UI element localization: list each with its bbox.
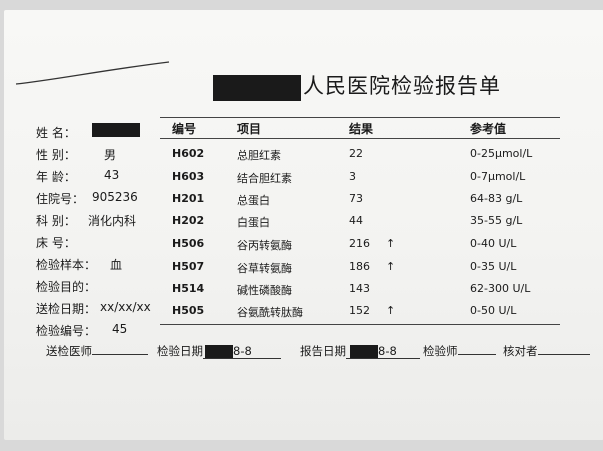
col-header-result: 结果 (349, 122, 374, 136)
high-flag-arrow: ↑ (386, 237, 396, 250)
high-flag-arrow: ↑ (386, 304, 396, 317)
report-title-text: 人民医院检验报告单 (303, 74, 501, 98)
send-date-field: 送检日期： xx/xx/xx (36, 300, 151, 316)
footer-test-date: 检验日期 8-8 (157, 343, 281, 359)
redacted-report-date-year (350, 345, 378, 358)
purpose-field: 检验目的： (36, 280, 97, 294)
table-top-rule (160, 117, 560, 118)
redacted-test-date-year (205, 345, 233, 358)
patient-age-field: 年 龄： 43 (36, 168, 120, 184)
report-title: 人民医院检验报告单 (213, 70, 501, 101)
col-header-reference: 参考值 (470, 122, 507, 136)
patient-sex-value: 男 (104, 148, 117, 162)
col-header-item: 项目 (237, 122, 262, 136)
patient-inpatient-no-field: 住院号： 905236 (36, 190, 138, 206)
patient-bed-field: 床 号： (36, 236, 76, 250)
footer-sender: 送检医师 (46, 343, 148, 359)
send-date-value: xx/xx/xx (100, 300, 151, 314)
patient-dept-field: 科 别： 消化内科 (36, 214, 137, 228)
footer-report-date: 报告日期 8-8 (300, 343, 420, 359)
footer-checker: 核对者 (503, 343, 590, 359)
table-header-rule (160, 138, 560, 139)
pen-stroke-mark (15, 61, 170, 85)
patient-age-value: 43 (104, 168, 120, 182)
sample-value: 血 (110, 258, 123, 272)
redacted-patient-name (92, 123, 140, 137)
patient-name-field: 姓 名： (36, 123, 140, 141)
test-no-field: 检验编号： 45 (36, 322, 128, 338)
col-header-code: 编号 (172, 122, 197, 136)
table-bottom-rule (160, 324, 560, 325)
test-no-value: 45 (112, 322, 128, 336)
patient-sex-field: 性 别： 男 (36, 148, 117, 162)
redacted-hospital-name (213, 74, 301, 101)
sample-field: 检验样本： 血 (36, 258, 123, 272)
dept-value: 消化内科 (88, 214, 137, 228)
inpatient-no-value: 905236 (92, 190, 138, 204)
high-flag-arrow: ↑ (386, 260, 396, 273)
footer-tester: 检验师 (423, 343, 496, 359)
